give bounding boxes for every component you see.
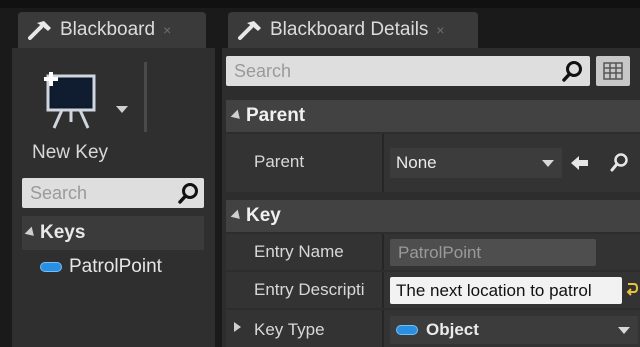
key-type-row: Key Type Object [226,310,640,347]
parent-label: Parent [254,152,305,171]
parent-dropdown[interactable]: None [390,148,562,178]
tab-title: Blackboard [60,19,156,40]
blackboard-body: New Key Keys PatrolPoint [12,48,215,347]
new-key-icon [44,72,96,129]
search-icon[interactable] [562,60,584,82]
key-section-header[interactable]: Key [226,200,640,232]
search-icon[interactable] [178,182,200,204]
view-options-icon [603,62,623,80]
expand-arrow-icon[interactable] [230,209,244,223]
keys-section-label: Keys [40,222,86,243]
parent-row: Parent None [226,134,640,192]
expand-arrow-icon[interactable] [24,226,38,240]
key-item-label: PatrolPoint [69,256,162,277]
search-icon[interactable] [610,152,630,172]
expand-arrow-icon[interactable] [230,109,244,123]
hammer-icon [238,21,261,40]
new-key-label: New Key [32,142,109,163]
key-type-value: Object [426,320,479,339]
section-title: Key [246,205,281,226]
close-icon[interactable]: × [163,22,171,38]
section-title: Parent [246,105,306,126]
new-key-button[interactable]: New Key [28,62,138,163]
hammer-icon [28,21,51,40]
toolbar-divider [144,62,147,132]
entry-description-field[interactable]: The next location to patrol [390,277,622,304]
chevron-down-icon[interactable] [116,106,128,113]
chevron-down-icon [618,327,630,334]
key-type-label: Key Type [254,320,325,339]
blackboard-panel: Blackboard × New Key Search Keys PatrolP… [12,12,215,347]
blackboard-details-panel: Blackboard Details × Parent [222,12,640,347]
column-divider[interactable] [382,310,384,347]
arrow-left-icon[interactable] [570,154,590,172]
entry-name-row: Entry Name PatrolPoint [226,234,640,270]
chevron-down-icon [542,160,554,167]
details-search-input[interactable] [234,60,590,82]
tab-blackboard-details[interactable]: Blackboard Details × [228,12,478,48]
parent-value: None [396,153,437,172]
parent-section-header[interactable]: Parent [226,100,640,132]
entry-description-row: Entry Descripti The next location to pat… [226,272,640,308]
keys-section-header[interactable]: Keys [22,216,204,250]
column-divider[interactable] [382,234,384,270]
keys-search-box[interactable] [22,178,204,208]
details-body: Parent Parent None Key Entry Name [222,48,640,347]
key-type-dropdown[interactable]: Object [390,316,638,344]
expand-arrow-icon[interactable] [234,322,241,332]
top-strip [0,0,640,8]
column-divider[interactable] [382,272,384,308]
close-icon[interactable]: × [436,22,444,38]
object-type-icon [40,262,62,272]
tab-blackboard[interactable]: Blackboard × [18,12,206,48]
view-options-button[interactable] [596,56,630,86]
entry-description-label: Entry Descripti [254,280,365,299]
column-divider[interactable] [382,134,384,192]
entry-name-field[interactable]: PatrolPoint [390,239,596,266]
details-search-box[interactable] [226,56,590,86]
tab-title: Blackboard Details [270,19,429,40]
key-item-patrolpoint[interactable]: PatrolPoint [40,256,162,278]
reset-icon[interactable] [626,282,638,296]
entry-name-label: Entry Name [254,242,344,261]
object-type-icon [396,325,418,335]
